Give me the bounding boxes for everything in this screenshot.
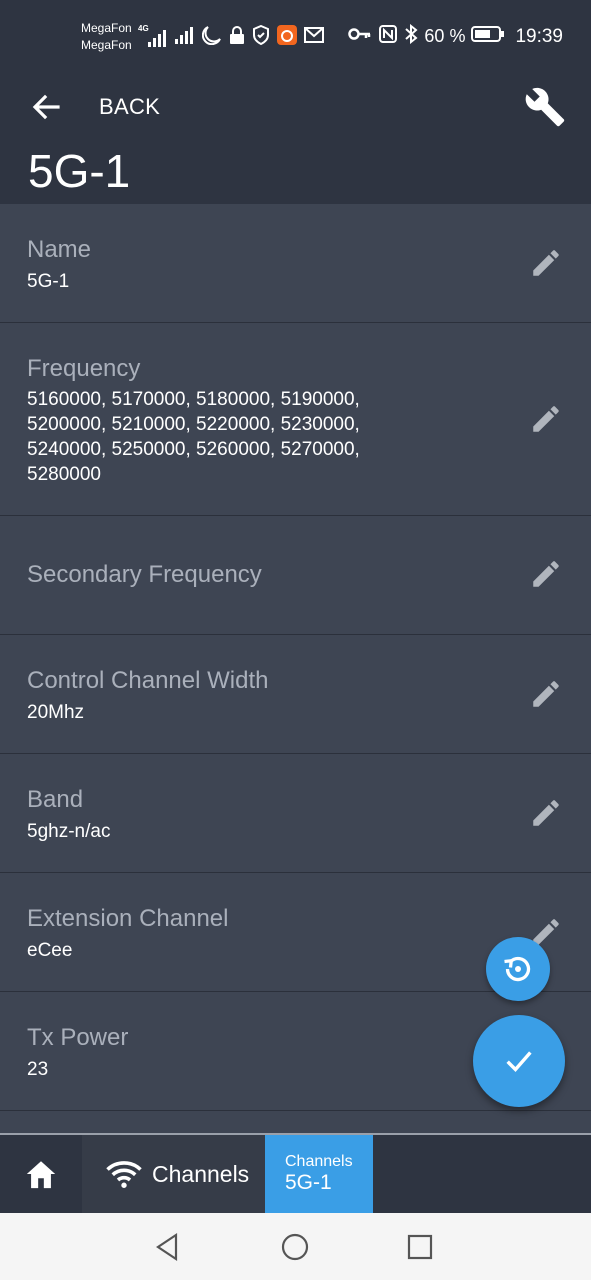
page-title: 5G-1 [28, 145, 131, 197]
nav-home[interactable] [0, 1135, 82, 1213]
key-icon [348, 26, 372, 47]
pencil-icon[interactable] [529, 677, 563, 711]
field-value: 5ghz-n/ac [27, 821, 111, 842]
field-label: Extension Channel [27, 905, 229, 932]
status-icons-right: 60 % 19:39 [348, 23, 563, 49]
field-row-control-channel-width[interactable]: Control Channel Width 20Mhz [0, 635, 591, 754]
home-icon [26, 1161, 56, 1189]
system-navigation-bar [0, 1213, 591, 1280]
field-label: Tx Power [27, 1024, 129, 1051]
reset-button[interactable] [486, 937, 550, 1001]
pencil-icon[interactable] [529, 402, 563, 436]
field-row-name[interactable]: Name 5G-1 [0, 204, 591, 323]
field-label: Control Channel Width [27, 667, 269, 694]
battery-percent: 60 % [424, 26, 466, 46]
restore-icon [504, 956, 531, 982]
lock-icon [228, 25, 246, 50]
carrier-1: MegaFon [81, 21, 132, 35]
wrench-icon[interactable] [524, 86, 566, 128]
check-icon [506, 1051, 532, 1072]
field-label: Frequency [27, 355, 141, 382]
nav-current-parent: Channels [285, 1153, 353, 1170]
nav-channels-label: Channels [152, 1160, 250, 1187]
app-notification-icon [276, 24, 298, 51]
field-label: Secondary Frequency [27, 561, 262, 588]
field-value: 5G-1 [27, 271, 70, 292]
field-value: 5160000, 5170000, 5180000, 5190000, 5200… [27, 389, 360, 485]
field-value: 23 [27, 1059, 49, 1080]
arrow-left-icon[interactable] [30, 91, 62, 123]
field-label: Band [27, 786, 84, 813]
signal-icon [174, 25, 196, 50]
status-bar: MegaFon MegaFon 4G 60 % 19:39 [0, 0, 591, 72]
field-value: 20Mhz [27, 702, 85, 723]
pencil-icon[interactable] [529, 246, 563, 280]
battery-icon [471, 25, 505, 48]
bottom-navigation: Channels Channels 5G-1 [0, 1133, 591, 1213]
network-type-label: 4G [138, 23, 149, 33]
app-header: BACK 5G-1 [0, 72, 591, 204]
field-row-frequency[interactable]: Frequency 5160000, 5170000, 5180000, 519… [0, 323, 591, 516]
field-label: Name [27, 236, 92, 263]
back-button[interactable]: BACK [99, 94, 160, 120]
moon-icon [201, 25, 222, 50]
bluetooth-icon [404, 23, 418, 49]
signal-icon: 4G [138, 24, 168, 48]
field-row-band[interactable]: Band 5ghz-n/ac [0, 754, 591, 873]
field-row-secondary-frequency[interactable]: Secondary Frequency [0, 516, 591, 635]
pencil-icon[interactable] [529, 796, 563, 830]
shield-icon [252, 24, 270, 50]
back-triangle-icon[interactable] [152, 1231, 184, 1263]
apply-button[interactable] [473, 1015, 565, 1107]
mail-icon [304, 27, 324, 48]
field-value: eCee [27, 940, 73, 961]
nav-channels[interactable]: Channels [82, 1135, 265, 1213]
wifi-icon [106, 1161, 142, 1188]
nav-current-name: 5G-1 [285, 1171, 332, 1194]
carrier-2: MegaFon [81, 38, 132, 52]
status-icons-left: 4G [138, 24, 324, 51]
nav-current-channel[interactable]: Channels 5G-1 [265, 1135, 373, 1213]
nfc-icon [378, 24, 398, 49]
home-circle-icon[interactable] [279, 1231, 311, 1263]
clock: 19:39 [515, 25, 563, 47]
recents-square-icon[interactable] [404, 1231, 436, 1263]
carrier-labels: MegaFon MegaFon [81, 20, 132, 54]
pencil-icon[interactable] [529, 557, 563, 591]
